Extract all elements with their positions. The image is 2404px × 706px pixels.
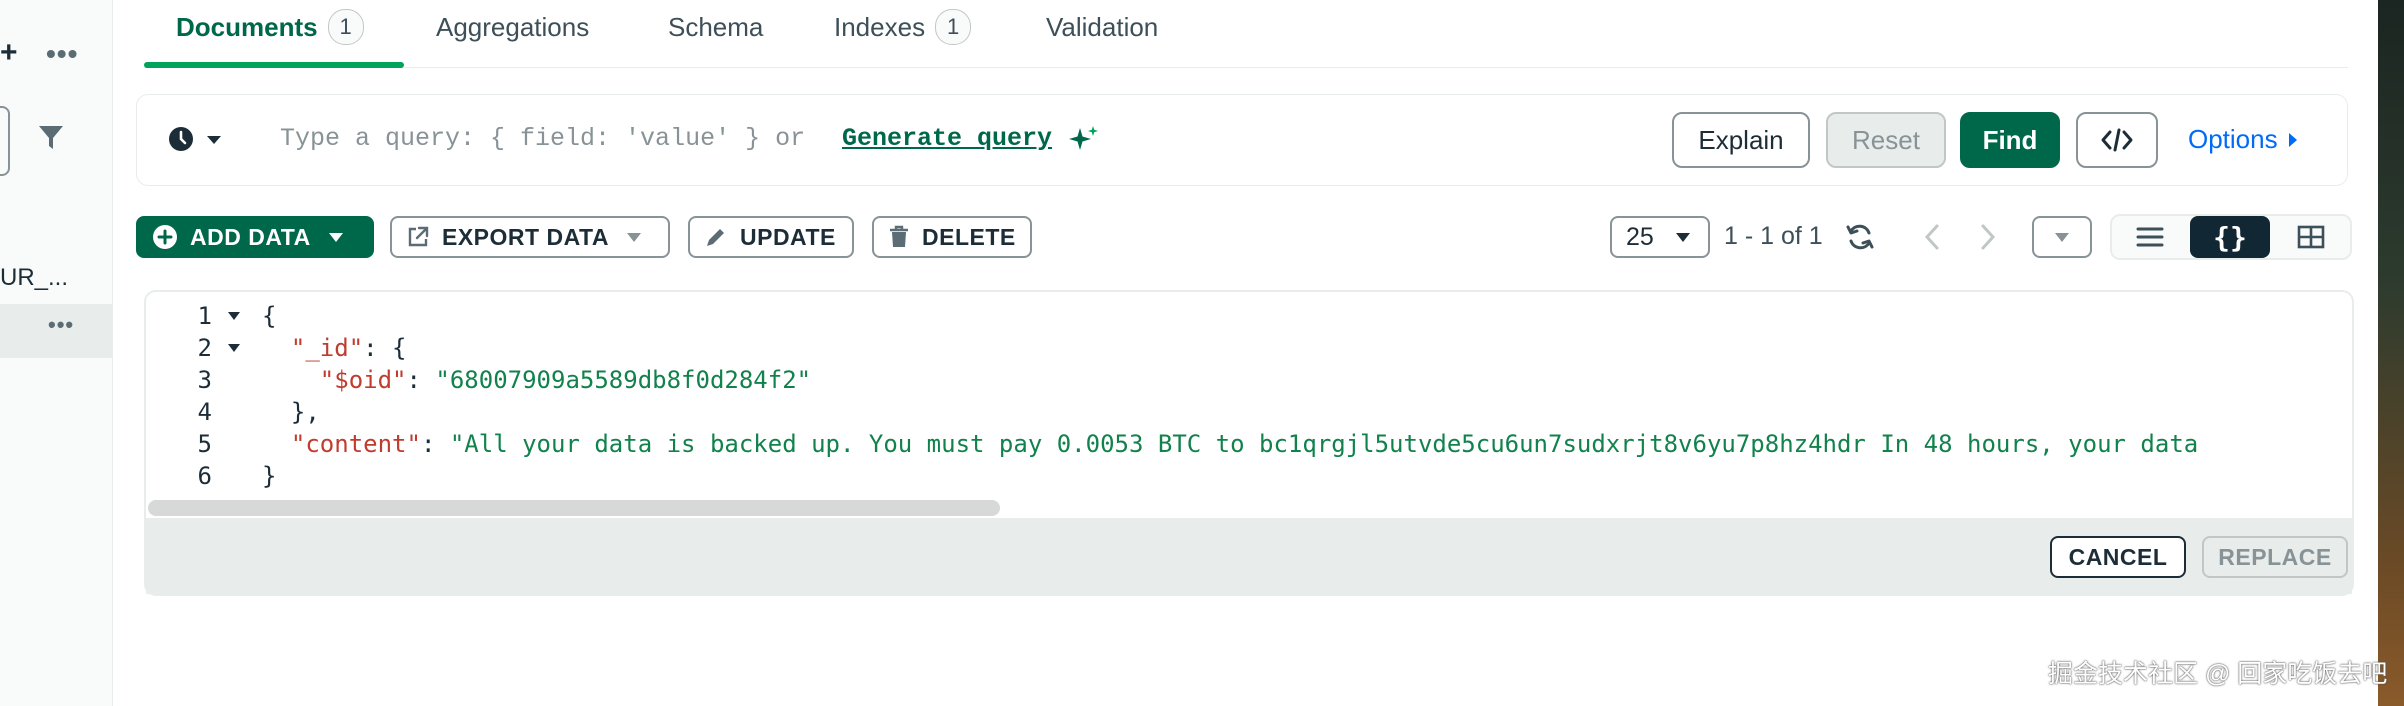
- replace-button[interactable]: REPLACE: [2202, 536, 2348, 578]
- pencil-icon: [707, 229, 724, 246]
- list-icon: [2136, 227, 2164, 247]
- json-punctuation: {: [262, 302, 277, 330]
- generate-query-link[interactable]: Generate query: [842, 124, 1052, 153]
- next-page-icon[interactable]: [1978, 222, 1998, 252]
- history-clock-icon[interactable]: [168, 126, 194, 152]
- json-punctuation: : {: [363, 334, 407, 362]
- editor-footer: [146, 518, 2352, 594]
- find-button[interactable]: Find: [1960, 112, 2060, 168]
- code-line[interactable]: "$oid": "68007909a5589db8f0d284f2": [262, 364, 811, 396]
- sparkle-icon[interactable]: [1068, 124, 1100, 156]
- reset-button[interactable]: Reset: [1826, 112, 1946, 168]
- table-icon: [2297, 225, 2325, 249]
- refresh-icon[interactable]: [1844, 222, 1876, 252]
- tab-label: Validation: [1046, 11, 1159, 42]
- sidebar-search-box[interactable]: [0, 106, 10, 176]
- json-key: "_id": [290, 334, 364, 362]
- history-chevron-down-icon[interactable]: [206, 134, 222, 146]
- line-number: 1: [197, 302, 212, 330]
- line-number: 6: [197, 462, 212, 490]
- page-size-select[interactable]: 25: [1610, 216, 1710, 258]
- code-icon: [2101, 128, 2133, 152]
- expand-dropdown-button[interactable]: [2032, 216, 2092, 258]
- json-key: "$oid": [319, 366, 407, 394]
- json-punctuation: [262, 366, 320, 394]
- update-button[interactable]: UPDATE: [688, 216, 854, 258]
- curly-braces-icon: {}: [2213, 220, 2247, 254]
- code-line[interactable]: "content": "All your data is backed up. …: [262, 428, 2198, 460]
- add-data-label: ADD DATA: [190, 223, 311, 250]
- tab-label: Documents: [176, 11, 318, 42]
- tab-documents[interactable]: Documents 1: [176, 9, 364, 45]
- explain-button[interactable]: Explain: [1672, 112, 1810, 168]
- line-number: 5: [197, 430, 212, 458]
- export-icon: [408, 226, 429, 247]
- list-view-button[interactable]: [2112, 216, 2188, 258]
- tabs-divider: [144, 67, 2348, 68]
- json-string: "All your data is backed up. You must pa…: [449, 430, 2199, 458]
- row-more-icon[interactable]: •••: [48, 312, 74, 338]
- code-line[interactable]: },: [262, 396, 320, 428]
- options-label: Options: [2188, 124, 2278, 154]
- watermark: 掘金技术社区 @ 回家吃饭去吧: [2048, 660, 2388, 688]
- json-key: "content": [290, 430, 421, 458]
- tab-validation[interactable]: Validation: [1046, 10, 1158, 44]
- json-punctuation: [262, 334, 291, 362]
- page-size-value: 25: [1626, 222, 1654, 251]
- background-edge: [2378, 0, 2404, 706]
- sidebar: + ••• UR_... •••: [0, 0, 113, 706]
- previous-page-icon[interactable]: [1922, 222, 1942, 252]
- plus-circle-icon: [153, 225, 177, 249]
- caret-right-icon: [2288, 132, 2297, 147]
- json-punctuation: :: [420, 430, 450, 458]
- code-view-button[interactable]: [2076, 112, 2158, 168]
- chevron-down-icon: [626, 232, 641, 242]
- documents-count-badge: 1: [327, 9, 364, 45]
- code-line[interactable]: {: [262, 300, 276, 332]
- fold-toggle-icon[interactable]: [228, 312, 240, 320]
- line-number: 3: [197, 366, 212, 394]
- fold-toggle-icon[interactable]: [228, 344, 240, 352]
- add-data-button[interactable]: ADD DATA: [136, 216, 374, 258]
- delete-button[interactable]: DELETE: [872, 216, 1032, 258]
- query-input[interactable]: Type a query: { field: 'value' } or: [280, 124, 805, 153]
- pagination-range: 1 - 1 of 1: [1724, 222, 1823, 250]
- json-punctuation: },: [262, 398, 320, 426]
- add-icon[interactable]: +: [0, 36, 18, 70]
- json-punctuation: :: [406, 366, 436, 394]
- json-punctuation: [262, 430, 291, 458]
- line-number: 4: [197, 398, 212, 426]
- horizontal-scrollbar[interactable]: [148, 500, 1000, 516]
- chevron-down-icon: [2055, 232, 2069, 242]
- options-toggle[interactable]: Options: [2188, 124, 2298, 155]
- json-punctuation: }: [262, 462, 277, 490]
- chevron-down-icon: [1675, 232, 1690, 242]
- cancel-button[interactable]: CANCEL: [2050, 536, 2186, 578]
- update-label: UPDATE: [740, 223, 836, 250]
- tab-label: Schema: [668, 11, 764, 42]
- delete-label: DELETE: [922, 223, 1016, 250]
- filter-icon[interactable]: [38, 124, 64, 152]
- tab-schema[interactable]: Schema: [668, 10, 763, 44]
- code-line[interactable]: "_id": {: [262, 332, 407, 364]
- json-string: "68007909a5589db8f0d284f2": [435, 366, 812, 394]
- sidebar-collection-label[interactable]: UR_...: [0, 264, 68, 292]
- json-view-button[interactable]: {}: [2190, 216, 2270, 258]
- export-data-label: EXPORT DATA: [442, 223, 609, 250]
- tab-aggregations[interactable]: Aggregations: [436, 10, 589, 44]
- chevron-down-icon: [328, 232, 343, 242]
- export-data-button[interactable]: EXPORT DATA: [390, 216, 670, 258]
- trash-icon: [890, 225, 908, 247]
- code-line[interactable]: }: [262, 460, 276, 492]
- tab-indexes[interactable]: Indexes 1: [834, 9, 972, 45]
- more-options-icon[interactable]: •••: [46, 38, 78, 70]
- active-tab-indicator: [144, 62, 404, 68]
- tab-label: Indexes: [834, 11, 926, 42]
- table-view-button[interactable]: [2272, 216, 2350, 258]
- tab-label: Aggregations: [436, 11, 590, 42]
- indexes-count-badge: 1: [935, 9, 972, 45]
- line-number: 2: [197, 334, 212, 362]
